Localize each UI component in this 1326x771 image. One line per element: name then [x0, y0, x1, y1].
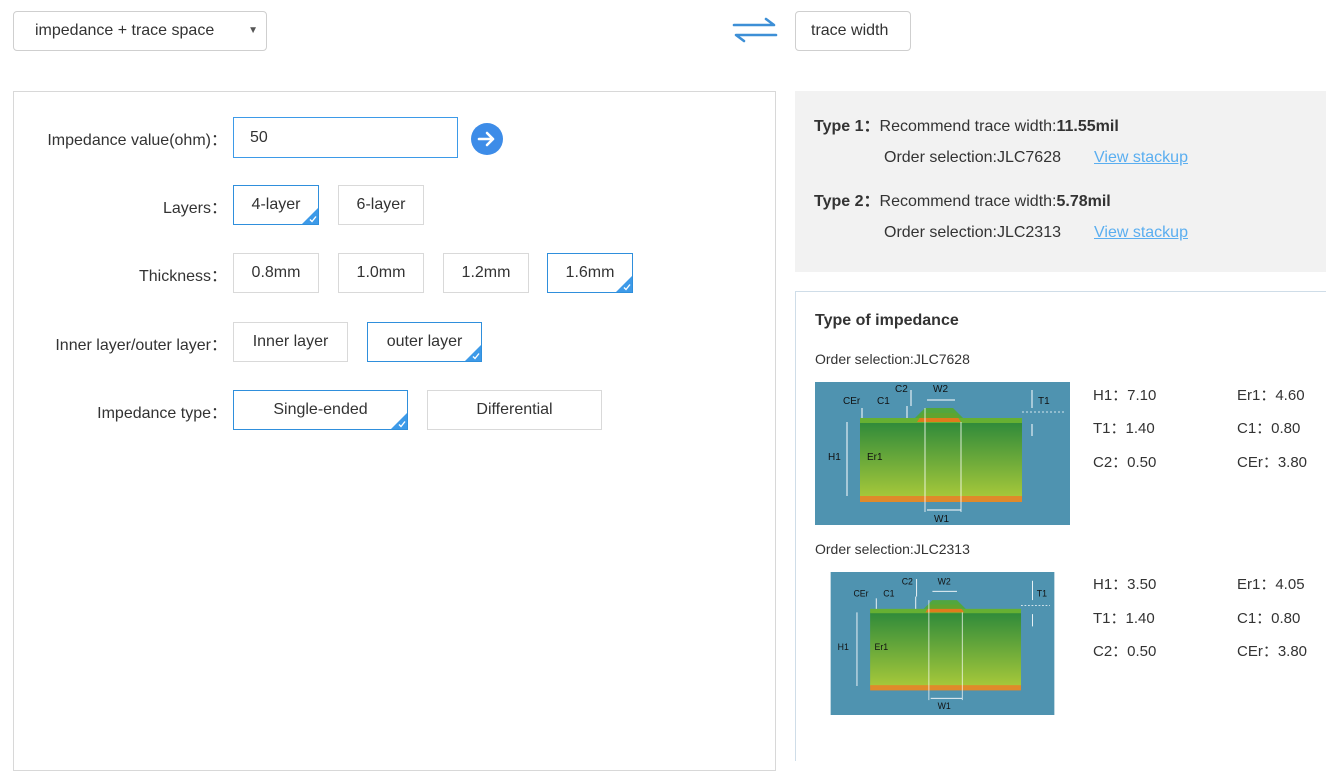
result-panel: Type 1：Recommend trace width:11.55mil Or… [795, 91, 1326, 272]
view-stackup-link[interactable]: View stackup [1094, 149, 1188, 167]
trace-width-button[interactable]: trace width [795, 11, 911, 51]
layers-label: Layers： [162, 200, 227, 217]
param-value: C1：0.80 [1237, 610, 1301, 627]
impedance-type-option-label: Single-ended [273, 401, 368, 418]
arrow-right-circle-icon[interactable] [471, 123, 503, 155]
thickness-option-label: 1.2mm [461, 264, 511, 281]
result-type-label: Type 1： [814, 118, 880, 135]
result-order-text: Order selection:JLC7628 [884, 149, 1061, 166]
impedance-value-input[interactable] [233, 117, 458, 158]
param-value: C1：0.80 [1237, 420, 1301, 437]
layer-option-outer[interactable]: outer layer [367, 322, 482, 362]
impedance-value-label: Impedance value(ohm)： [47, 132, 227, 149]
checkmark-icon [472, 353, 480, 360]
input-panel: Impedance value(ohm)： Layers： 4-layer 6-… [13, 91, 776, 771]
calc-mode-select[interactable]: impedance + trace space ▼ [13, 11, 267, 51]
calc-mode-value: impedance + trace space [35, 22, 215, 39]
checkmark-icon [309, 216, 317, 223]
diagram-label-t1: T1 [1037, 589, 1047, 599]
diagram-label-w1: W1 [934, 514, 949, 525]
param-value: H1：3.50 [1093, 576, 1157, 593]
thickness-option-1-2mm[interactable]: 1.2mm [443, 253, 529, 293]
thickness-label: Thickness： [138, 268, 227, 285]
stackup-diagram: CEr C1 C2 W2 T1 H1 Er1 W1 [830, 572, 1055, 715]
thickness-option-label: 1.0mm [356, 264, 406, 281]
impedance-type-label: Impedance type： [97, 405, 227, 422]
layers-option-label: 4-layer [251, 196, 301, 213]
layer-option-label: outer layer [386, 333, 463, 350]
view-stackup-link[interactable]: View stackup [1094, 224, 1188, 242]
diagram-label-h1: H1 [828, 452, 841, 463]
param-value: T1：1.40 [1093, 610, 1155, 627]
entry-order-selection: Order selection:JLC2313 [815, 541, 970, 557]
inner-outer-label: Inner layer/outer layer： [55, 337, 227, 354]
swap-arrows-icon[interactable] [732, 17, 778, 43]
diagram-label-w2: W2 [938, 576, 951, 586]
param-value: T1：1.40 [1093, 420, 1155, 437]
result-recommend-prefix: Recommend trace width: [879, 118, 1057, 135]
entry-order-selection: Order selection:JLC7628 [815, 351, 970, 367]
diagram-label-h1: H1 [838, 642, 849, 652]
thickness-option-1-6mm[interactable]: 1.6mm [547, 253, 633, 293]
layers-option-6-layer[interactable]: 6-layer [338, 185, 424, 225]
diagram-label-c2: C2 [902, 576, 913, 586]
result-type-label: Type 2： [814, 193, 880, 210]
result-recommend-prefix: Recommend trace width: [879, 193, 1057, 210]
diagram-label-cer: CEr [853, 589, 868, 599]
checkmark-icon [398, 421, 406, 428]
impedance-type-single-ended[interactable]: Single-ended [233, 390, 408, 430]
param-value: C2：0.50 [1093, 643, 1157, 660]
param-value: CEr：3.80 [1237, 643, 1308, 660]
checkmark-icon [623, 284, 631, 291]
thickness-option-label: 1.6mm [565, 264, 615, 281]
result-row-1: Type 1：Recommend trace width:11.55mil [814, 112, 1119, 136]
thickness-option-1-0mm[interactable]: 1.0mm [338, 253, 424, 293]
impedance-type-panel: Type of impedance Order selection:JLC762… [795, 291, 1326, 761]
result-order-text: Order selection:JLC2313 [884, 224, 1061, 241]
param-value: CEr：3.80 [1237, 454, 1308, 471]
diagram-label-w2: W2 [933, 384, 948, 395]
layers-option-label: 6-layer [356, 196, 406, 213]
result-recommend-value: 11.55mil [1056, 118, 1119, 135]
layer-option-inner[interactable]: Inner layer [233, 322, 348, 362]
impedance-type-title: Type of impedance [815, 312, 959, 329]
diagram-label-w1: W1 [938, 701, 951, 711]
layers-option-4-layer[interactable]: 4-layer [233, 185, 319, 225]
param-value: H1：7.10 [1093, 387, 1157, 404]
result-row-2: Type 2：Recommend trace width:5.78mil [814, 187, 1111, 211]
stackup-diagram: CEr C1 C2 W2 T1 H1 Er1 W1 [815, 382, 1070, 525]
result-recommend-value: 5.78mil [1056, 193, 1111, 210]
layer-option-label: Inner layer [252, 333, 329, 350]
thickness-option-0-8mm[interactable]: 0.8mm [233, 253, 319, 293]
diagram-label-er1: Er1 [867, 452, 883, 463]
thickness-option-label: 0.8mm [251, 264, 301, 281]
param-value: Er1：4.05 [1237, 576, 1305, 593]
diagram-label-cer: CEr [843, 396, 861, 407]
trace-width-label: trace width [811, 22, 889, 39]
diagram-label-c1: C1 [877, 396, 890, 407]
diagram-label-er1: Er1 [875, 642, 889, 652]
diagram-label-c1: C1 [883, 589, 894, 599]
chevron-down-icon: ▼ [248, 25, 258, 36]
diagram-label-t1: T1 [1038, 396, 1050, 407]
param-value: Er1：4.60 [1237, 387, 1305, 404]
diagram-label-c2: C2 [895, 384, 908, 395]
param-value: C2：0.50 [1093, 454, 1157, 471]
impedance-type-option-label: Differential [476, 401, 553, 418]
impedance-type-differential[interactable]: Differential [427, 390, 602, 430]
